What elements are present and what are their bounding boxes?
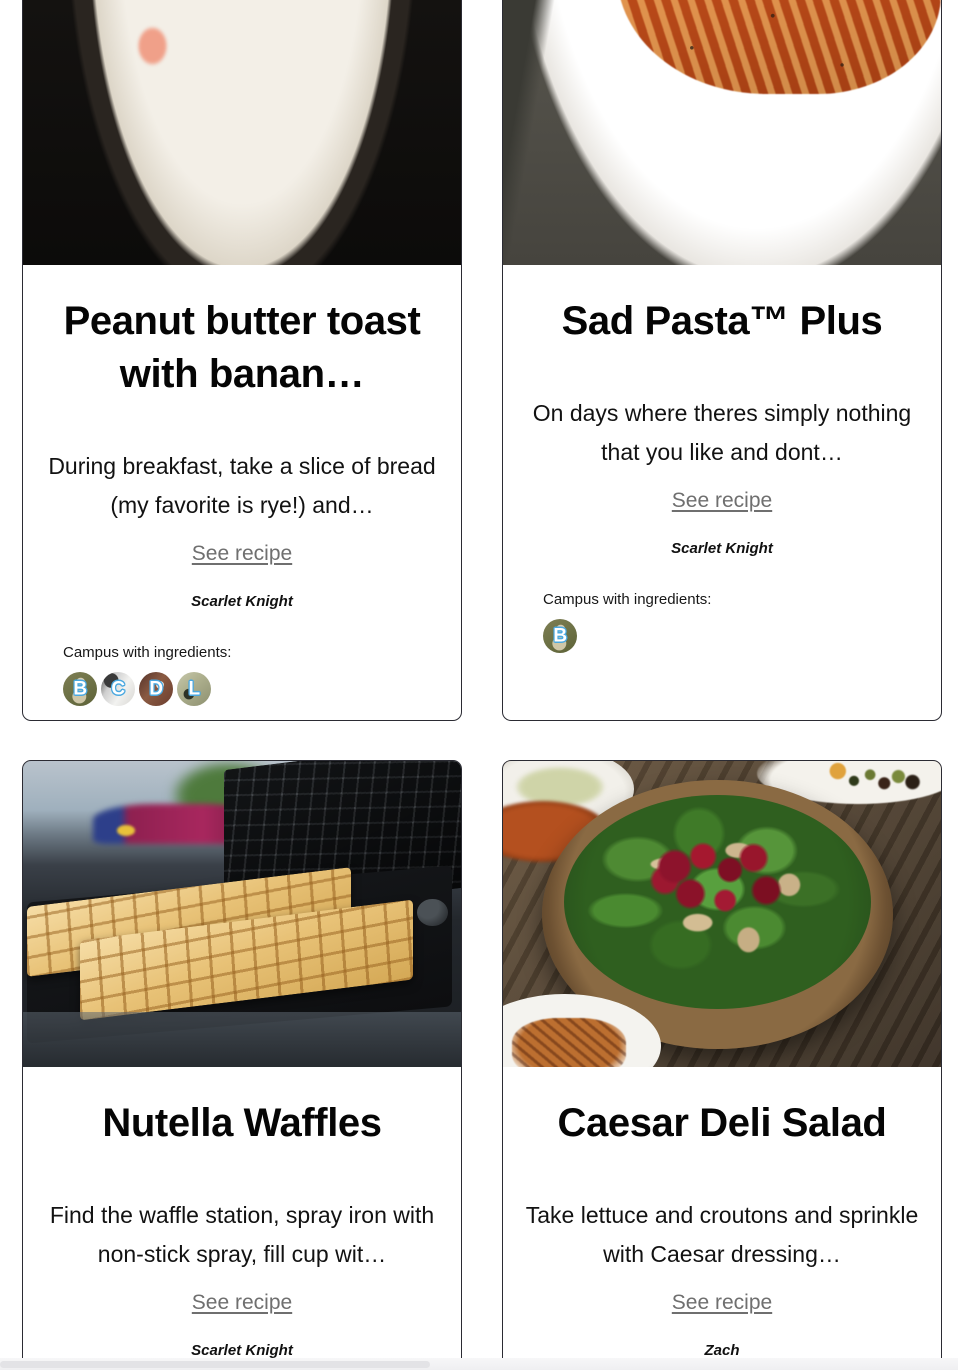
recipe-card-body: Sad Pasta™ Plus On days where theres sim…: [503, 265, 941, 720]
see-recipe-link[interactable]: See recipe: [192, 542, 292, 565]
busch-campus-avatar[interactable]: B: [63, 672, 97, 707]
recipe-cards-page: Peanut butter toast with banan… During b…: [0, 0, 958, 1370]
waffle-counter-surface: [23, 1012, 461, 1068]
busch-campus-initial: B: [73, 678, 87, 700]
see-recipe-row: See recipe: [37, 1291, 447, 1315]
recipe-card-image: [503, 0, 941, 265]
busch-campus-avatar[interactable]: B: [543, 619, 577, 653]
recipe-card-image: [23, 0, 461, 265]
recipe-card[interactable]: Nutella Waffles Find the waffle station,…: [22, 760, 462, 1370]
campus-avatar-row: B C D L: [37, 672, 447, 707]
livingston-campus-initial: L: [188, 678, 200, 700]
recipe-card[interactable]: Caesar Deli Salad Take lettuce and crout…: [502, 760, 942, 1370]
recipe-title: Sad Pasta™ Plus: [561, 299, 883, 343]
see-recipe-link[interactable]: See recipe: [192, 1291, 292, 1314]
soup-bowl-photo: [23, 0, 461, 265]
recipe-author: Scarlet Knight: [191, 1342, 293, 1360]
horizontal-scrollbar-track[interactable]: [0, 1358, 958, 1370]
recipe-title: Caesar Deli Salad: [557, 1101, 887, 1146]
recipe-card[interactable]: Sad Pasta™ Plus On days where theres sim…: [502, 0, 942, 722]
campus-ingredients-label: Campus with ingredients:: [63, 644, 232, 662]
spinach-salad-photo: [503, 761, 941, 1068]
recipe-card-grid: Peanut butter toast with banan… During b…: [0, 0, 958, 1370]
recipe-author: Scarlet Knight: [671, 540, 773, 557]
waffle-iron-photo: [23, 761, 461, 1068]
recipe-description: Take lettuce and croutons and sprinkle w…: [525, 1202, 919, 1267]
recipe-card-image: [23, 761, 461, 1068]
recipe-description: Find the waffle station, spray iron with…: [49, 1202, 435, 1267]
see-recipe-link[interactable]: See recipe: [672, 489, 772, 512]
campus-ingredients-label: Campus with ingredients:: [543, 591, 712, 608]
recipe-description: On days where theres simply nothing that…: [532, 400, 912, 465]
see-recipe-row: See recipe: [517, 1291, 927, 1315]
douglass-campus-initial: D: [149, 678, 163, 700]
salad-pomegranate-seeds: [643, 840, 801, 927]
livingston-campus-avatar[interactable]: L: [177, 672, 211, 707]
recipe-card-body: Nutella Waffles Find the waffle station,…: [23, 1067, 461, 1370]
recipe-author: Scarlet Knight: [191, 593, 293, 611]
recipe-card[interactable]: Peanut butter toast with banan… During b…: [22, 0, 462, 722]
see-recipe-link[interactable]: See recipe: [672, 1291, 772, 1314]
horizontal-scrollbar-thumb[interactable]: [0, 1361, 430, 1368]
see-recipe-row: See recipe: [517, 489, 927, 513]
recipe-title: Nutella Waffles: [102, 1101, 382, 1146]
cook-campus-avatar[interactable]: C: [101, 672, 135, 707]
campus-avatar-row: B: [517, 619, 927, 653]
douglass-campus-avatar[interactable]: D: [139, 672, 173, 707]
busch-campus-initial: B: [553, 625, 567, 647]
see-recipe-row: See recipe: [37, 542, 447, 566]
recipe-card-image: [503, 761, 941, 1068]
recipe-title: Peanut butter toast with banan…: [63, 299, 421, 397]
waffle-iron-knob: [417, 898, 448, 927]
recipe-description: During breakfast, take a slice of bread …: [48, 453, 436, 518]
salad-crackers: [511, 1018, 626, 1068]
recipe-author: Zach: [704, 1342, 740, 1360]
penne-pasta-photo: [503, 0, 941, 265]
recipe-card-body: Caesar Deli Salad Take lettuce and crout…: [503, 1067, 941, 1370]
recipe-card-body: Peanut butter toast with banan… During b…: [23, 265, 461, 720]
cook-campus-initial: C: [111, 678, 125, 700]
waffle-photo-background-highlight: [117, 825, 135, 837]
